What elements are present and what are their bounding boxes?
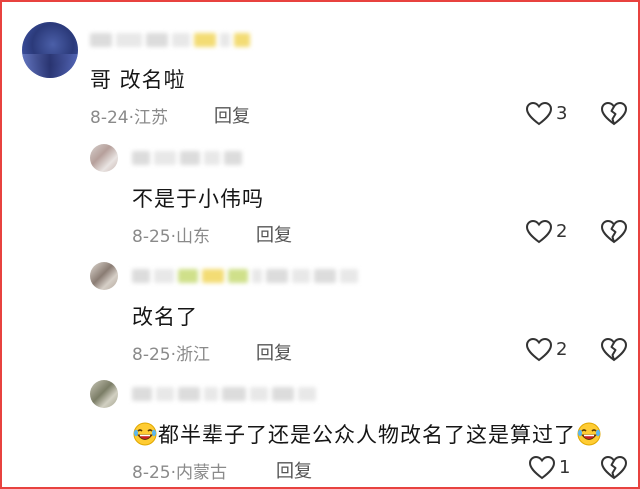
comment-body: 都半辈子了还是公众人物改名了这是算过了 — [158, 423, 576, 447]
broken-heart-icon[interactable] — [600, 218, 628, 246]
broken-heart-icon[interactable] — [600, 100, 628, 128]
comment-location: 山东 — [176, 227, 210, 247]
reply-button[interactable]: 回复 — [256, 339, 292, 365]
heart-outline-icon[interactable] — [525, 336, 553, 364]
avatar[interactable] — [22, 22, 78, 78]
broken-heart-icon[interactable] — [600, 336, 628, 364]
username-blurred[interactable] — [132, 268, 358, 284]
reply-button[interactable]: 回复 — [276, 457, 312, 483]
username-blurred[interactable] — [132, 386, 316, 402]
comment-date: 8-24 — [90, 108, 129, 128]
comment-text: 不是于小伟吗 — [132, 187, 264, 211]
comment-meta: 8-25·浙江 — [132, 340, 210, 365]
username-blurred[interactable] — [90, 32, 250, 48]
avatar[interactable] — [90, 380, 118, 408]
comment-text: 哥 改名啦 — [90, 68, 186, 92]
reply-button[interactable]: 回复 — [256, 221, 292, 247]
username-blurred[interactable] — [132, 150, 242, 166]
comment-date: 8-25 — [132, 227, 171, 247]
heart-outline-icon[interactable] — [525, 100, 553, 128]
laughing-crying-emoji-icon — [577, 422, 601, 446]
laughing-crying-emoji-icon — [133, 422, 157, 446]
avatar[interactable] — [90, 144, 118, 172]
comment-date: 8-25 — [132, 345, 171, 365]
broken-heart-icon[interactable] — [600, 454, 628, 482]
comment-location: 内蒙古 — [176, 463, 227, 483]
comment-text: 都半辈子了还是公众人物改名了这是算过了 — [132, 419, 602, 449]
like-count: 2 — [556, 339, 568, 360]
like-count: 2 — [556, 221, 568, 242]
comment-date: 8-25 — [132, 463, 171, 483]
avatar[interactable] — [90, 262, 118, 290]
reply-button[interactable]: 回复 — [214, 102, 250, 128]
comment-meta: 8-25·山东 — [132, 222, 210, 247]
like-count: 1 — [559, 457, 571, 478]
comment-text: 改名了 — [132, 305, 198, 329]
heart-outline-icon[interactable] — [525, 218, 553, 246]
comment-location: 江苏 — [134, 108, 168, 128]
comment-meta: 8-24·江苏 — [90, 103, 168, 128]
comment-location: 浙江 — [176, 345, 210, 365]
like-count: 3 — [556, 103, 568, 124]
heart-outline-icon[interactable] — [528, 454, 556, 482]
comment-section-frame: 哥 改名啦 8-24·江苏 回复 3 不是于小伟吗 8-25·山东 回复 2 改… — [0, 0, 640, 489]
comment-meta: 8-25·内蒙古 — [132, 458, 227, 483]
